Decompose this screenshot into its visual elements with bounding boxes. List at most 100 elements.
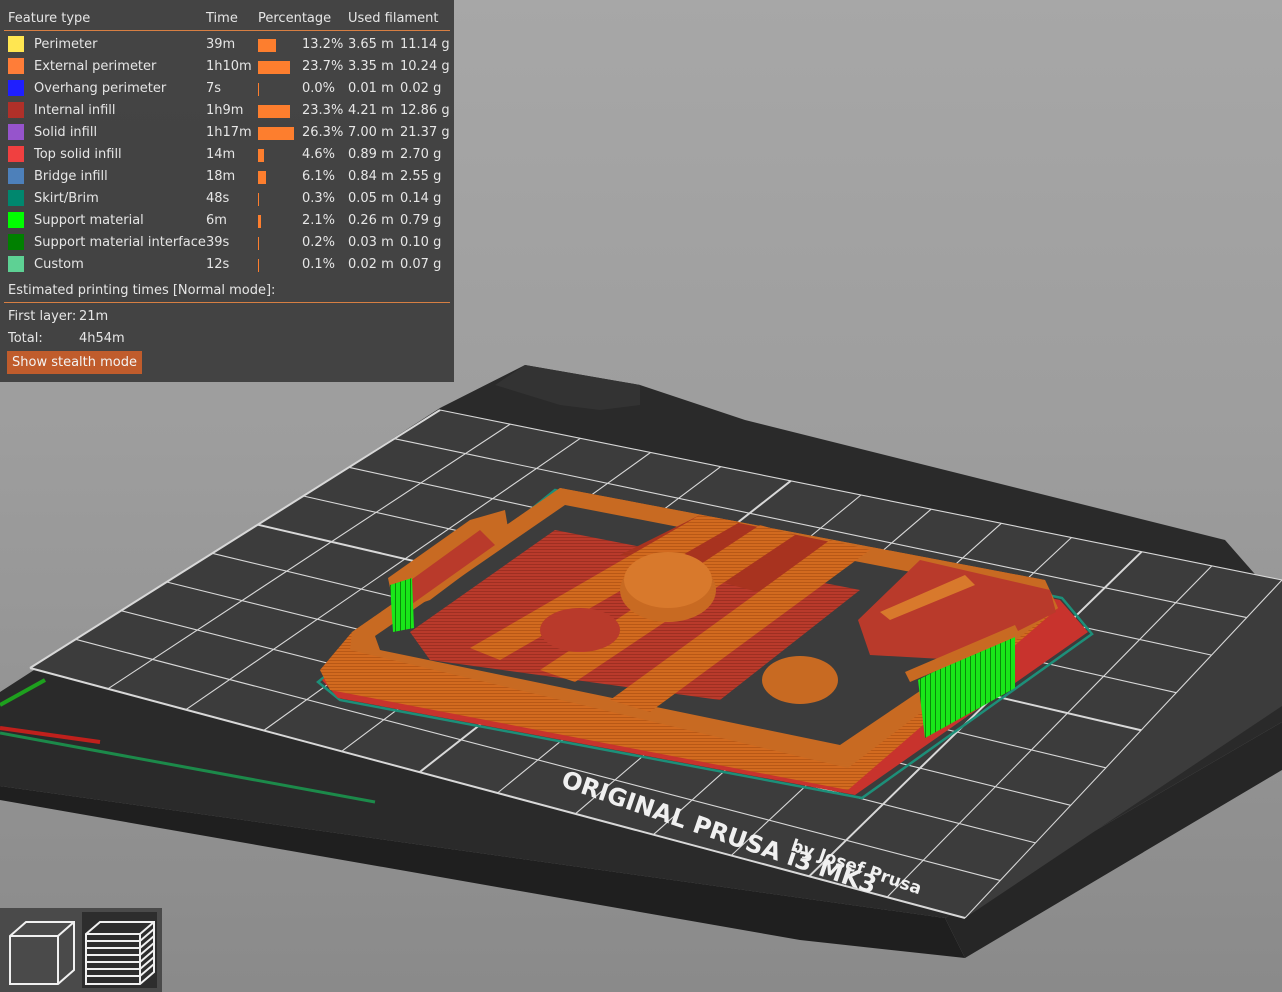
show-stealth-mode-button[interactable]: Show stealth mode bbox=[7, 351, 142, 374]
feature-color-swatch[interactable] bbox=[8, 212, 24, 228]
feature-weight: 12.86 g bbox=[400, 103, 450, 118]
feature-color-swatch[interactable] bbox=[8, 80, 24, 96]
feature-time: 12s bbox=[206, 257, 230, 272]
feature-name: Solid infill bbox=[34, 125, 98, 140]
header-used-filament: Used filament bbox=[348, 11, 439, 26]
feature-color-swatch[interactable] bbox=[8, 146, 24, 162]
feature-row[interactable]: Overhang perimeter 7s 0.0% 0.01 m 0.02 g bbox=[0, 78, 454, 100]
feature-percentage-bar bbox=[258, 237, 259, 250]
feature-percentage-bar bbox=[258, 61, 290, 74]
feature-length: 0.05 m bbox=[348, 191, 394, 206]
feature-length: 0.03 m bbox=[348, 235, 394, 250]
feature-color-swatch[interactable] bbox=[8, 256, 24, 272]
feature-name: Overhang perimeter bbox=[34, 81, 167, 96]
feature-time: 14m bbox=[206, 147, 236, 162]
total-value: 4h54m bbox=[79, 331, 125, 346]
feature-percentage-bar bbox=[258, 171, 266, 184]
first-layer-label: First layer: bbox=[8, 309, 77, 324]
feature-time: 1h10m bbox=[206, 59, 252, 74]
feature-percentage: 6.1% bbox=[302, 169, 336, 184]
feature-percentage-bar bbox=[258, 149, 264, 162]
feature-time: 48s bbox=[206, 191, 230, 206]
feature-row[interactable]: Custom 12s 0.1% 0.02 m 0.07 g bbox=[0, 254, 454, 276]
feature-percentage-bar bbox=[258, 83, 259, 96]
header-separator bbox=[4, 30, 450, 31]
feature-weight: 2.55 g bbox=[400, 169, 442, 184]
header-feature-type: Feature type bbox=[8, 11, 91, 26]
feature-row[interactable]: Perimeter 39m 13.2% 3.65 m 11.14 g bbox=[0, 34, 454, 56]
header-time: Time bbox=[206, 11, 238, 26]
feature-time: 1h17m bbox=[206, 125, 252, 140]
first-layer-value: 21m bbox=[79, 309, 109, 324]
feature-length: 0.89 m bbox=[348, 147, 394, 162]
feature-time: 7s bbox=[206, 81, 222, 96]
feature-row[interactable]: Internal infill 1h9m 23.3% 4.21 m 12.86 g bbox=[0, 100, 454, 122]
view-toolbar bbox=[0, 908, 162, 992]
header-percentage: Percentage bbox=[258, 11, 332, 26]
estimated-separator bbox=[4, 302, 450, 303]
feature-name: Support material bbox=[34, 213, 144, 228]
feature-weight: 0.07 g bbox=[400, 257, 442, 272]
feature-time: 1h9m bbox=[206, 103, 244, 118]
feature-color-swatch[interactable] bbox=[8, 102, 24, 118]
feature-time: 39s bbox=[206, 235, 230, 250]
feature-percentage: 13.2% bbox=[302, 37, 344, 52]
feature-percentage-bar bbox=[258, 259, 259, 272]
feature-percentage: 0.0% bbox=[302, 81, 336, 96]
3d-view-icon bbox=[9, 921, 75, 985]
feature-name: Perimeter bbox=[34, 37, 98, 52]
feature-row[interactable]: Top solid infill 14m 4.6% 0.89 m 2.70 g bbox=[0, 144, 454, 166]
feature-percentage-bar bbox=[258, 193, 259, 206]
feature-length: 0.26 m bbox=[348, 213, 394, 228]
feature-weight: 21.37 g bbox=[400, 125, 450, 140]
feature-length: 3.65 m bbox=[348, 37, 394, 52]
feature-percentage-bar bbox=[258, 39, 276, 52]
feature-row[interactable]: Support material 6m 2.1% 0.26 m 0.79 g bbox=[0, 210, 454, 232]
feature-weight: 0.02 g bbox=[400, 81, 442, 96]
feature-name: Internal infill bbox=[34, 103, 116, 118]
feature-color-swatch[interactable] bbox=[8, 124, 24, 140]
feature-weight: 0.79 g bbox=[400, 213, 442, 228]
preview-button[interactable] bbox=[82, 912, 157, 988]
feature-length: 0.84 m bbox=[348, 169, 394, 184]
feature-percentage: 26.3% bbox=[302, 125, 344, 140]
feature-percentage: 4.6% bbox=[302, 147, 336, 162]
feature-row[interactable]: Solid infill 1h17m 26.3% 7.00 m 21.37 g bbox=[0, 122, 454, 144]
feature-name: Bridge infill bbox=[34, 169, 108, 184]
3d-view-button[interactable] bbox=[4, 912, 79, 988]
feature-name: External perimeter bbox=[34, 59, 157, 74]
feature-row[interactable]: Bridge infill 18m 6.1% 0.84 m 2.55 g bbox=[0, 166, 454, 188]
feature-color-swatch[interactable] bbox=[8, 190, 24, 206]
feature-color-swatch[interactable] bbox=[8, 234, 24, 250]
feature-percentage-bar bbox=[258, 105, 290, 118]
feature-percentage-bar bbox=[258, 215, 261, 228]
feature-color-swatch[interactable] bbox=[8, 36, 24, 52]
feature-row[interactable]: Support material interface 39s 0.2% 0.03 m 0… bbox=[0, 232, 454, 254]
feature-percentage: 0.1% bbox=[302, 257, 336, 272]
feature-row[interactable]: External perimeter 1h10m 23.7% 3.35 m 10.24 … bbox=[0, 56, 454, 78]
feature-time: 6m bbox=[206, 213, 227, 228]
feature-time: 39m bbox=[206, 37, 236, 52]
feature-weight: 0.14 g bbox=[400, 191, 442, 206]
feature-percentage-bar bbox=[258, 127, 294, 140]
feature-color-swatch[interactable] bbox=[8, 168, 24, 184]
total-label: Total: bbox=[8, 331, 43, 346]
feature-weight: 2.70 g bbox=[400, 147, 442, 162]
feature-weight: 0.10 g bbox=[400, 235, 442, 250]
feature-time: 18m bbox=[206, 169, 236, 184]
feature-percentage: 0.2% bbox=[302, 235, 336, 250]
feature-name: Top solid infill bbox=[34, 147, 122, 162]
feature-row[interactable]: Skirt/Brim 48s 0.3% 0.05 m 0.14 g bbox=[0, 188, 454, 210]
feature-color-swatch[interactable] bbox=[8, 58, 24, 74]
feature-percentage: 23.3% bbox=[302, 103, 344, 118]
feature-name: Skirt/Brim bbox=[34, 191, 99, 206]
feature-length: 0.01 m bbox=[348, 81, 394, 96]
feature-percentage: 2.1% bbox=[302, 213, 336, 228]
preview-layers-icon bbox=[85, 921, 155, 985]
feature-percentage: 0.3% bbox=[302, 191, 336, 206]
feature-percentage: 23.7% bbox=[302, 59, 344, 74]
estimated-times-title: Estimated printing times [Normal mode]: bbox=[8, 283, 276, 298]
legend-panel: Feature type Time Percentage Used filame… bbox=[0, 0, 454, 382]
feature-length: 3.35 m bbox=[348, 59, 394, 74]
feature-weight: 10.24 g bbox=[400, 59, 450, 74]
